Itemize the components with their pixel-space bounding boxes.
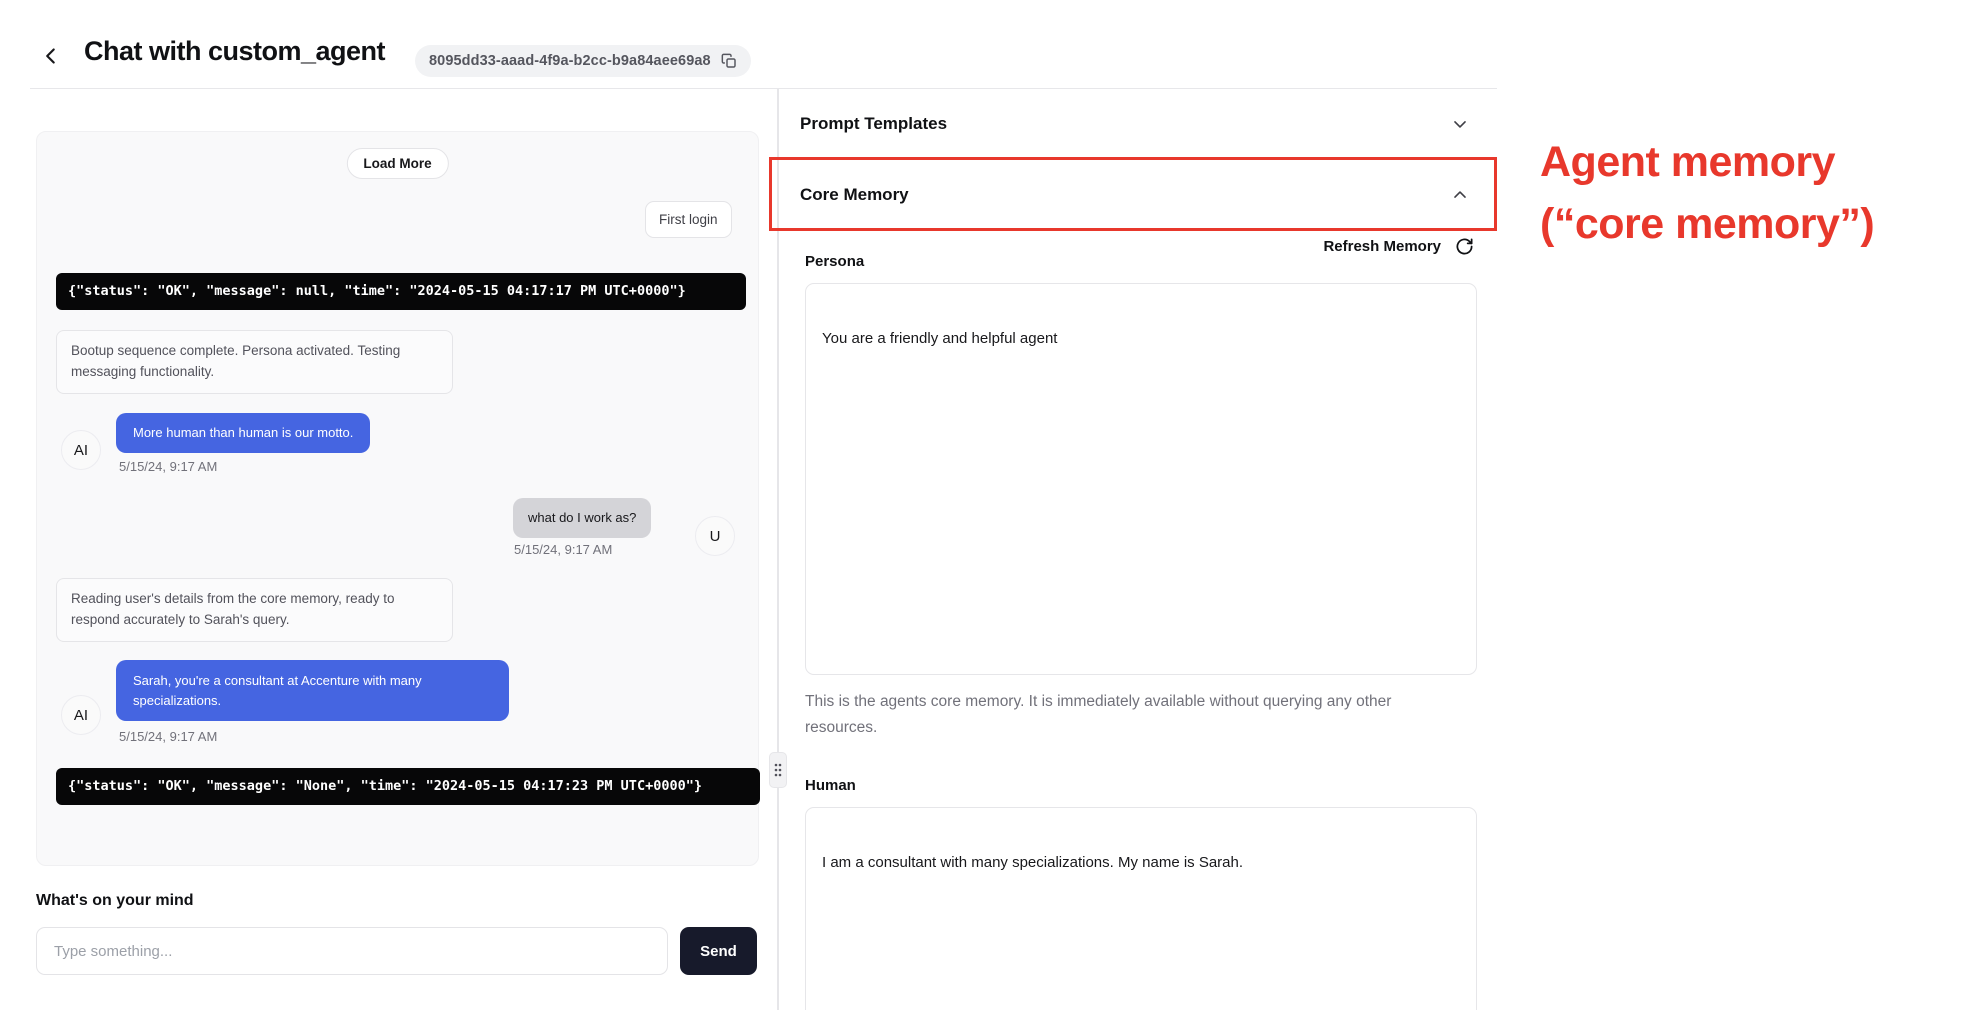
annotation-line-2: (“core memory”) bbox=[1540, 194, 1874, 256]
persona-textarea[interactable]: You are a friendly and helpful agent bbox=[805, 283, 1477, 675]
avatar: U bbox=[695, 516, 735, 556]
copy-agent-id-button[interactable] bbox=[721, 53, 737, 69]
app-screen: Chat with custom_agent 8095dd33-aaad-4f9… bbox=[0, 0, 1986, 1010]
human-label: Human bbox=[805, 777, 856, 794]
agent-config-panel: Prompt Templates Core Memory Refresh Mem… bbox=[800, 89, 1478, 1010]
prompt-templates-label: Prompt Templates bbox=[800, 114, 947, 134]
composer-label: What's on your mind bbox=[36, 892, 194, 910]
chevron-left-icon bbox=[38, 43, 66, 69]
system-message: Bootup sequence complete. Persona activa… bbox=[56, 330, 453, 394]
status-message: {"status": "OK", "message": null, "time"… bbox=[56, 273, 746, 310]
status-message: {"status": "OK", "message": "None", "tim… bbox=[56, 768, 760, 805]
avatar: AI bbox=[61, 430, 101, 470]
grip-handle-icon bbox=[773, 762, 783, 778]
copy-icon bbox=[721, 53, 737, 69]
refresh-memory-label: Refresh Memory bbox=[1323, 238, 1441, 255]
message-timestamp: 5/15/24, 9:17 AM bbox=[514, 542, 612, 557]
agent-id-badge: 8095dd33-aaad-4f9a-b2cc-b9a84aee69a8 bbox=[415, 45, 751, 77]
ai-message-bubble: More human than human is our motto. bbox=[116, 413, 370, 453]
avatar: AI bbox=[61, 695, 101, 735]
core-memory-description: This is the agents core memory. It is im… bbox=[805, 689, 1423, 740]
chevron-up-icon bbox=[1450, 185, 1470, 205]
human-textarea[interactable]: I am a consultant with many specializati… bbox=[805, 807, 1477, 1010]
back-button[interactable] bbox=[38, 42, 66, 70]
refresh-memory-button[interactable]: Refresh Memory bbox=[1323, 237, 1474, 256]
annotation-text: Agent memory (“core memory”) bbox=[1540, 132, 1874, 256]
message-timestamp: 5/15/24, 9:17 AM bbox=[119, 459, 217, 474]
message-input[interactable] bbox=[36, 927, 668, 975]
chevron-down-icon bbox=[1450, 114, 1470, 134]
user-message-bubble: what do I work as? bbox=[513, 498, 651, 538]
chat-message-panel: Load More First login {"status": "OK", "… bbox=[36, 131, 759, 866]
load-more-button[interactable]: Load More bbox=[346, 148, 448, 179]
panel-divider bbox=[777, 89, 779, 1010]
agent-id-value: 8095dd33-aaad-4f9a-b2cc-b9a84aee69a8 bbox=[429, 53, 711, 69]
core-memory-label: Core Memory bbox=[800, 185, 909, 205]
prompt-templates-accordion[interactable]: Prompt Templates bbox=[800, 89, 1478, 159]
system-message: Reading user's details from the core mem… bbox=[56, 578, 453, 642]
annotation-line-1: Agent memory bbox=[1540, 132, 1874, 194]
refresh-icon bbox=[1455, 237, 1474, 256]
header: Chat with custom_agent 8095dd33-aaad-4f9… bbox=[0, 0, 1986, 88]
first-login-badge: First login bbox=[645, 201, 732, 238]
panel-resize-handle[interactable] bbox=[769, 752, 787, 788]
persona-label: Persona bbox=[805, 253, 864, 270]
core-memory-accordion[interactable]: Core Memory bbox=[800, 159, 1478, 231]
ai-message-bubble: Sarah, you're a consultant at Accenture … bbox=[116, 660, 509, 721]
message-timestamp: 5/15/24, 9:17 AM bbox=[119, 729, 217, 744]
send-button[interactable]: Send bbox=[680, 927, 757, 975]
page-title: Chat with custom_agent bbox=[84, 36, 385, 67]
